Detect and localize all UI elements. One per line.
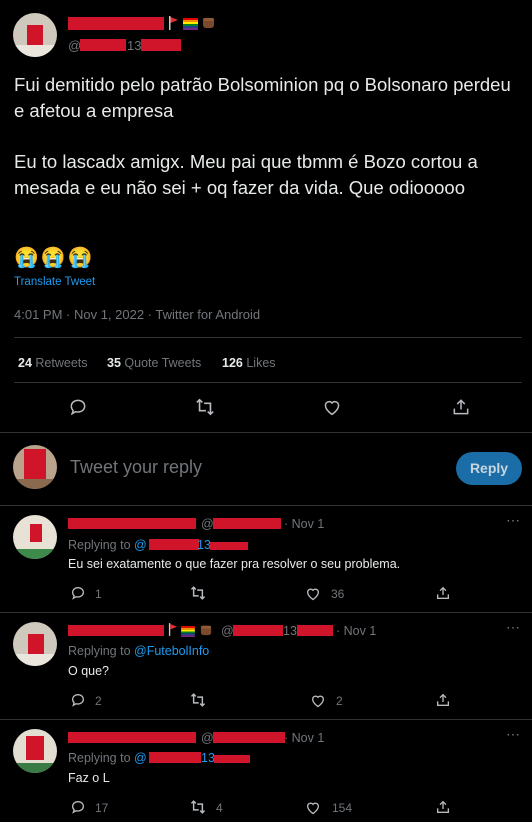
replying-to-handle[interactable]: @ <box>134 538 147 552</box>
share-icon[interactable] <box>451 397 471 417</box>
reply-icon[interactable] <box>70 692 86 708</box>
translate-tweet-link[interactable]: Translate Tweet <box>14 276 95 288</box>
retweets-stat[interactable]: 24 Retweets <box>18 356 88 370</box>
reply-icon[interactable] <box>70 585 86 601</box>
likes-count: 126 <box>222 356 243 370</box>
quotes-count: 35 <box>107 356 121 370</box>
divider <box>0 719 532 720</box>
replying-to-redacted-1 <box>149 539 199 550</box>
reply-time[interactable]: · Nov 1 <box>284 517 324 531</box>
share-icon[interactable] <box>435 799 451 815</box>
like-icon[interactable] <box>305 800 321 815</box>
tweet-text-paragraph-1: Fui demitido pelo patrão Bolsominion pq … <box>14 74 511 121</box>
share-icon[interactable] <box>435 585 451 601</box>
retweet-icon[interactable] <box>189 692 207 708</box>
replying-to-redacted-2 <box>214 755 250 763</box>
reply-icon[interactable] <box>70 799 86 815</box>
raised-fist-icon <box>201 15 216 30</box>
more-options-icon[interactable]: ⋯ <box>506 726 521 743</box>
replying-to-suffix[interactable]: 13 <box>197 538 211 552</box>
reply-avatar[interactable] <box>13 515 57 559</box>
like-count: 2 <box>336 694 343 708</box>
replying-to: Replying to @ <box>68 751 147 765</box>
reply-author-redacted[interactable] <box>68 518 196 529</box>
share-icon[interactable] <box>435 692 451 708</box>
rainbow-flag-icon <box>181 624 195 637</box>
reply-count: 2 <box>95 694 102 708</box>
likes-label: Likes <box>246 356 276 370</box>
tweet-reply-input[interactable]: Tweet your reply <box>70 457 202 478</box>
replying-to-suffix[interactable]: 13 <box>201 751 215 765</box>
reply-button[interactable]: Reply <box>456 452 522 485</box>
like-icon[interactable] <box>305 586 321 601</box>
author-name-redacted[interactable] <box>68 17 164 30</box>
retweet-icon[interactable] <box>194 397 216 417</box>
quotes-label: Quote Tweets <box>124 356 202 370</box>
like-icon[interactable] <box>322 398 342 416</box>
author-avatar[interactable] <box>13 13 57 57</box>
reply-count: 17 <box>95 801 109 815</box>
rainbow-flag-icon <box>183 17 198 30</box>
like-icon[interactable] <box>310 693 326 708</box>
quote-tweets-stat[interactable]: 35 Quote Tweets <box>107 356 201 370</box>
retweets-count: 24 <box>18 356 32 370</box>
replying-to-label: Replying to <box>68 751 131 765</box>
replying-to-redacted-2 <box>210 542 248 550</box>
divider <box>0 505 532 506</box>
replying-to-label: Replying to <box>68 538 131 552</box>
retweet-icon[interactable] <box>189 585 207 601</box>
retweet-count: 4 <box>216 801 223 815</box>
reply-text: O que? <box>68 664 110 678</box>
retweet-icon[interactable] <box>189 799 207 815</box>
reply-handle-at[interactable]: @ <box>201 731 214 745</box>
author-handle-redacted-2 <box>141 39 181 51</box>
replying-to-redacted-1 <box>149 752 201 763</box>
reply-handle-redacted-1 <box>233 625 283 636</box>
reply-avatar[interactable] <box>13 622 57 666</box>
reply-handle-suffix: 13 <box>283 624 297 638</box>
author-handle-redacted-1 <box>80 39 126 51</box>
reply-icon[interactable] <box>68 397 88 417</box>
reply-author-redacted[interactable] <box>68 625 164 636</box>
flag-icon <box>168 16 179 30</box>
divider <box>14 382 522 383</box>
reply-handle-redacted <box>213 732 285 743</box>
divider <box>0 432 532 433</box>
reply-handle-redacted <box>213 518 281 529</box>
reply-text: Faz o L <box>68 771 110 785</box>
like-count: 154 <box>332 801 353 815</box>
tweet-text-paragraph-2: Eu to lascadx amigx. Meu pai que tbmm é … <box>14 151 478 198</box>
reply-count: 1 <box>95 587 102 601</box>
more-options-icon[interactable]: ⋯ <box>506 512 521 529</box>
replying-to-handle[interactable]: @FutebolInfo <box>134 644 209 658</box>
author-handle-suffix: 13 <box>127 38 142 53</box>
divider <box>0 612 532 613</box>
flag-icon <box>168 623 178 636</box>
likes-stat[interactable]: 126 Likes <box>222 356 276 370</box>
raised-fist-icon <box>199 623 213 637</box>
reply-handle-at[interactable]: @ <box>201 517 214 531</box>
reply-avatar[interactable] <box>13 729 57 773</box>
reply-time[interactable]: · Nov 1 <box>284 731 324 745</box>
reply-handle-at[interactable]: @ <box>221 624 234 638</box>
reply-author-redacted[interactable] <box>68 732 196 743</box>
reply-handle-redacted-2 <box>297 625 333 636</box>
crying-emojis: 😭😭😭 <box>14 247 95 269</box>
divider <box>14 337 522 338</box>
replying-to-label: Replying to <box>68 644 131 658</box>
my-avatar <box>13 445 57 489</box>
retweets-label: Retweets <box>35 356 88 370</box>
replying-to: Replying to @FutebolInfo <box>68 644 209 658</box>
more-options-icon[interactable]: ⋯ <box>506 619 521 636</box>
reply-time[interactable]: · Nov 1 <box>336 624 376 638</box>
tweet-meta: 4:01 PM · Nov 1, 2022 · Twitter for Andr… <box>14 307 261 322</box>
replying-to: Replying to @ <box>68 538 147 552</box>
like-count: 36 <box>331 587 345 601</box>
replying-to-handle[interactable]: @ <box>134 751 147 765</box>
reply-text: Eu sei exatamente o que fazer pra resolv… <box>68 557 401 571</box>
